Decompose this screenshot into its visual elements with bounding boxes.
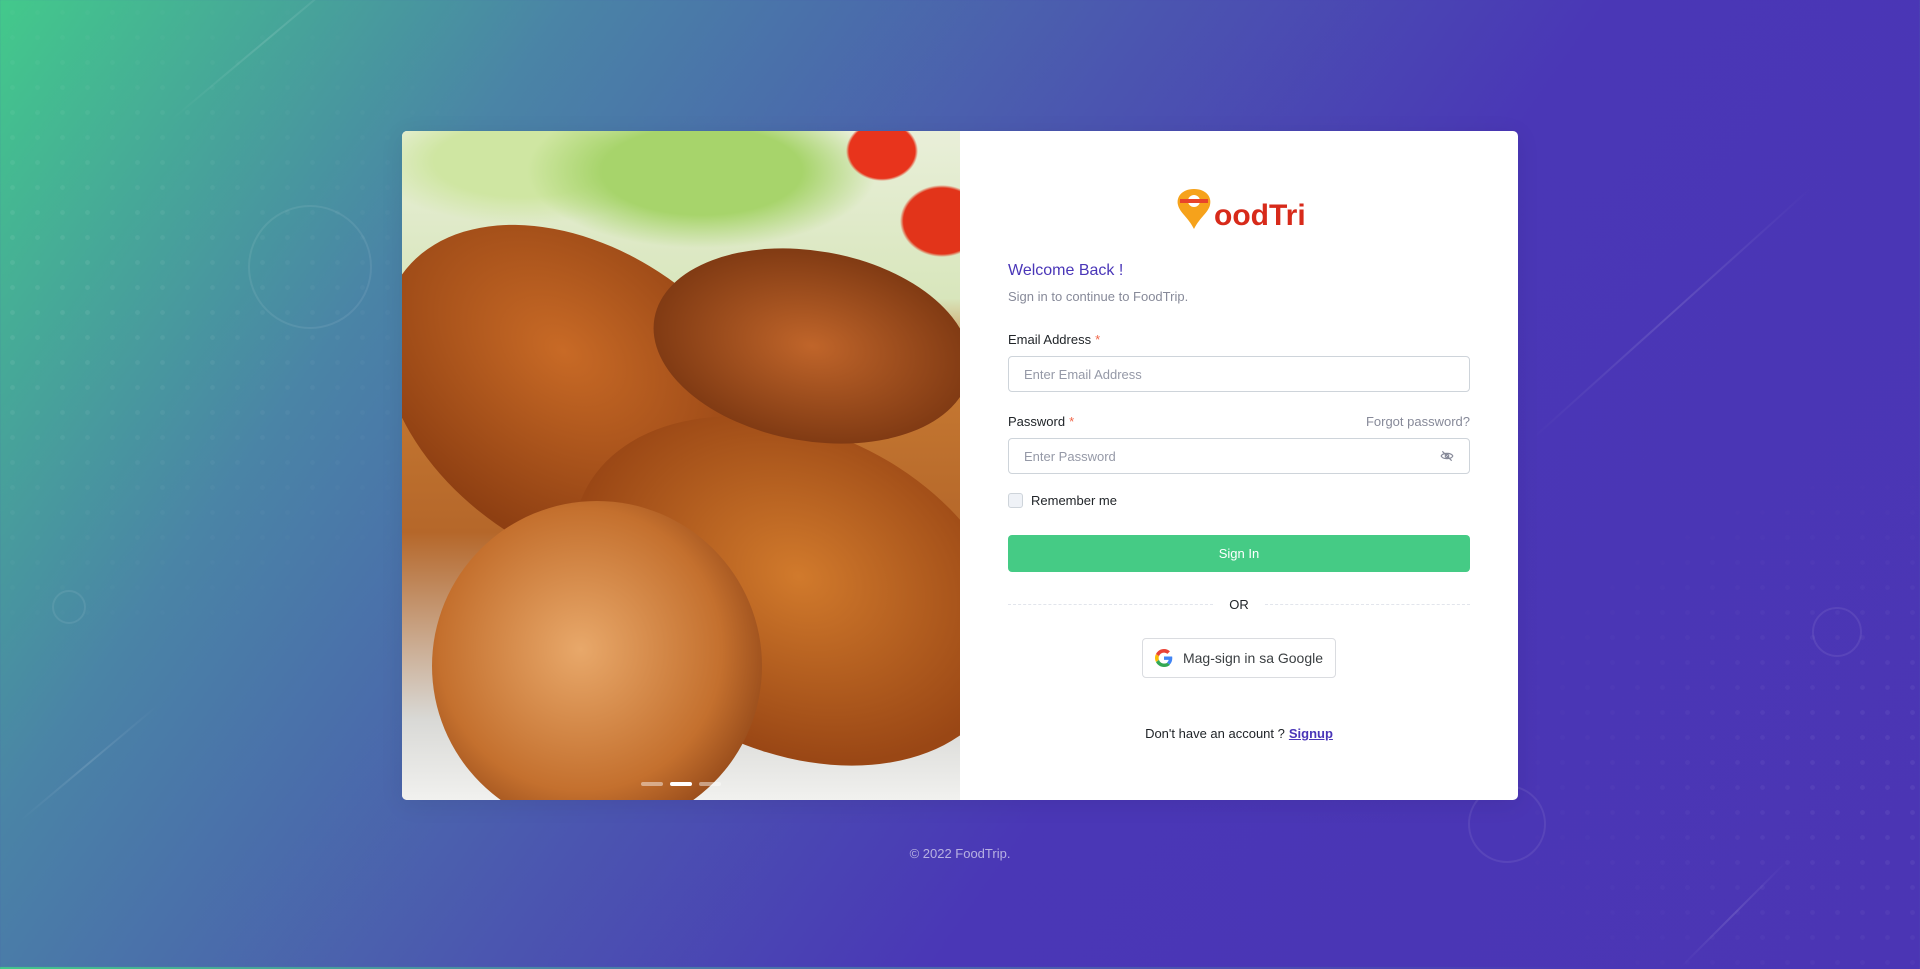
forgot-password-link[interactable]: Forgot password?: [1366, 414, 1470, 429]
password-field[interactable]: Enter Password: [1008, 438, 1470, 474]
welcome-title: Welcome Back !: [1008, 262, 1124, 279]
google-g-icon: [1154, 649, 1173, 667]
decor-ring: [52, 590, 86, 624]
remember-me: Remember me: [1008, 493, 1470, 508]
welcome-subtitle: Sign in to continue to FoodTrip.: [1008, 289, 1189, 304]
or-divider: OR: [1008, 597, 1470, 612]
login-card: oodTrip Welcome Back ! Sign in to contin…: [402, 131, 1518, 800]
divider-line: [1008, 604, 1214, 605]
footer-copyright: © 2022 FoodTrip.: [909, 846, 1011, 861]
remember-me-label[interactable]: Remember me: [1031, 493, 1117, 508]
email-placeholder: Enter Email Address: [1024, 366, 1142, 382]
decor-ring: [1812, 607, 1862, 657]
password-label-row: Password * Forgot password?: [1008, 414, 1470, 429]
email-label-row: Email Address *: [1008, 332, 1470, 347]
carousel-indicator-3[interactable]: [699, 782, 721, 786]
signup-prompt: Don't have an account ? Signup: [1008, 726, 1470, 741]
location-pin-icon: oodTrip: [1177, 189, 1304, 232]
signup-link[interactable]: Signup: [1289, 726, 1333, 741]
divider-line: [1264, 604, 1470, 605]
food-photo-carousel: [402, 131, 960, 800]
required-mark: *: [1069, 414, 1075, 429]
decor-ring: [248, 205, 372, 329]
required-mark: *: [1095, 332, 1101, 347]
remember-me-checkbox[interactable]: [1008, 493, 1023, 508]
svg-text:oodTrip: oodTrip: [1214, 199, 1304, 232]
or-label: OR: [1229, 597, 1249, 612]
eye-off-icon[interactable]: [1440, 449, 1454, 463]
email-field[interactable]: Enter Email Address: [1008, 356, 1470, 392]
foodtrip-logo: oodTrip: [1008, 185, 1470, 235]
login-form: oodTrip Welcome Back ! Sign in to contin…: [960, 131, 1518, 800]
password-label: Password *: [1008, 414, 1075, 429]
google-button-label: Mag-sign in sa Google: [1182, 650, 1324, 666]
no-account-text: Don't have an account ?: [1145, 726, 1285, 741]
google-sign-in-button[interactable]: Mag-sign in sa Google: [1141, 638, 1337, 678]
carousel-indicator-1[interactable]: [641, 782, 663, 786]
carousel-indicator-2[interactable]: [670, 782, 692, 786]
google-button-wrap: Mag-sign in sa Google: [1008, 638, 1470, 678]
sign-in-button[interactable]: Sign In: [1008, 535, 1470, 572]
password-placeholder: Enter Password: [1024, 448, 1116, 464]
carousel-indicators: [402, 782, 960, 786]
email-label: Email Address *: [1008, 332, 1101, 347]
